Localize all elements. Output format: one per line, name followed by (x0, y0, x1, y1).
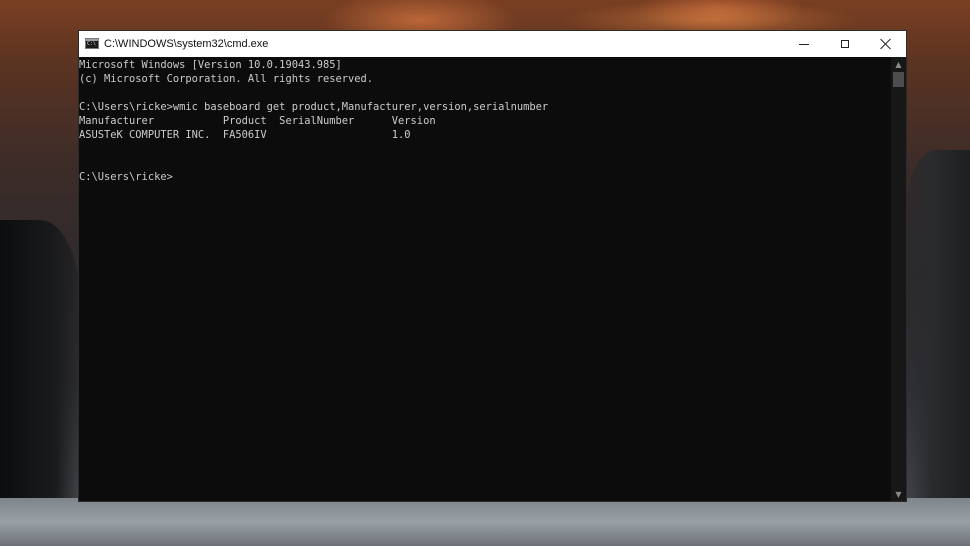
scroll-up-arrow-icon[interactable]: ▲ (891, 57, 906, 71)
cmd-window[interactable]: C:\ C:\WINDOWS\system32\cmd.exe Microsof… (78, 30, 907, 502)
minimize-icon (799, 43, 809, 45)
cmd-icon-glyph: C:\ (87, 41, 97, 47)
close-icon (880, 38, 892, 50)
console-table-row: ASUSTeK COMPUTER INC. FA506IV 1.0 (79, 129, 411, 141)
sea-horizon (0, 498, 970, 546)
console-line: (c) Microsoft Corporation. All rights re… (79, 73, 374, 85)
minimize-button[interactable] (784, 31, 824, 57)
tree-silhouette-right (906, 150, 970, 546)
scroll-thumb[interactable] (893, 72, 904, 87)
cmd-console-icon[interactable]: C:\ (85, 38, 99, 49)
vertical-scrollbar[interactable]: ▲ ▼ (891, 57, 906, 501)
maximize-icon (841, 40, 849, 48)
window-title: C:\WINDOWS\system32\cmd.exe (104, 38, 269, 50)
title-bar[interactable]: C:\ C:\WINDOWS\system32\cmd.exe (79, 31, 906, 57)
console-output[interactable]: Microsoft Windows [Version 10.0.19043.98… (79, 57, 891, 501)
close-button[interactable] (866, 31, 906, 57)
maximize-button[interactable] (825, 31, 865, 57)
console-line: Microsoft Windows [Version 10.0.19043.98… (79, 59, 342, 71)
scroll-down-arrow-icon[interactable]: ▼ (891, 487, 906, 501)
console-table-header: Manufacturer Product SerialNumber Versio… (79, 115, 436, 127)
console-prompt[interactable]: C:\Users\ricke> (79, 170, 891, 184)
console-command-line: C:\Users\ricke>wmic baseboard get produc… (79, 101, 549, 113)
